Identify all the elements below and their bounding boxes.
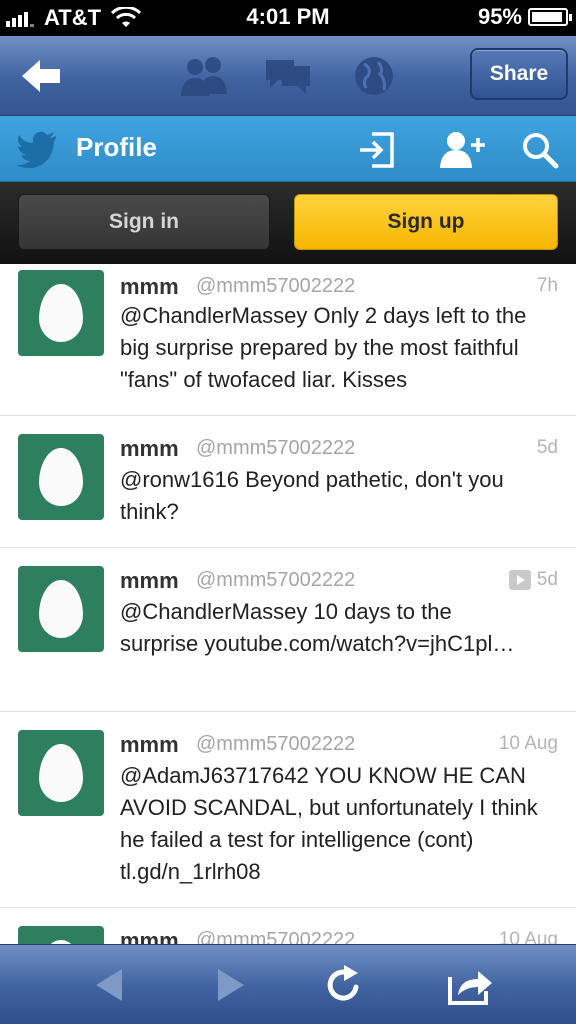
tweet-text: @ronw1616 Beyond pathetic, don't you thi… bbox=[120, 467, 504, 524]
tweet-timestamp-with-media: 5d bbox=[508, 569, 558, 591]
search-icon[interactable] bbox=[520, 130, 560, 170]
egg-avatar-icon bbox=[39, 744, 83, 802]
browser-back-icon[interactable] bbox=[90, 963, 134, 1007]
tweet-author-name: mmm bbox=[120, 436, 179, 461]
avatar[interactable] bbox=[18, 270, 104, 356]
browser-toolbar bbox=[0, 944, 576, 1024]
tweet-author-handle: @mmm57002222 bbox=[196, 437, 356, 459]
share-page-icon[interactable] bbox=[446, 963, 494, 1007]
status-bar: AT&T 4:01 PM 95% bbox=[0, 0, 576, 36]
avatar[interactable] bbox=[18, 926, 104, 944]
egg-avatar-icon bbox=[39, 580, 83, 638]
egg-avatar-icon bbox=[39, 448, 83, 506]
messages-icon[interactable] bbox=[264, 54, 312, 98]
tweet-timestamp: 5d bbox=[536, 569, 558, 590]
sign-in-icon[interactable] bbox=[358, 130, 398, 170]
tweet-text: @AdamJ63717642 YOU KNOW HE CAN AVOID SCA… bbox=[120, 763, 538, 884]
reload-icon[interactable] bbox=[322, 963, 366, 1007]
battery-percent: 95% bbox=[477, 4, 522, 29]
sign-in-button[interactable]: Sign in bbox=[18, 194, 270, 250]
tweet-timestamp: 5d bbox=[536, 437, 558, 458]
tweet-author-name: mmm bbox=[120, 732, 179, 757]
tweet-item[interactable]: mmm @mmm57002222 5d @ChandlerMassey 10 d… bbox=[0, 548, 576, 712]
video-media-icon bbox=[508, 570, 531, 590]
share-button[interactable]: Share bbox=[470, 48, 568, 100]
tweet-text: @ChandlerMassey Only 2 days left to the … bbox=[120, 303, 527, 392]
tweet-item[interactable]: mmm @mmm57002222 10 Aug @AdamJ63717642 Y… bbox=[0, 712, 576, 908]
battery-icon bbox=[528, 8, 572, 26]
globe-icon[interactable] bbox=[350, 54, 398, 98]
tweet-author-name: mmm bbox=[120, 274, 179, 299]
avatar[interactable] bbox=[18, 730, 104, 816]
tweet-item[interactable]: mmm @mmm57002222 5d @ronw1616 Beyond pat… bbox=[0, 416, 576, 548]
back-arrow-icon[interactable] bbox=[20, 56, 64, 96]
sign-up-button[interactable]: Sign up bbox=[294, 194, 558, 250]
page-title: Profile bbox=[76, 132, 157, 162]
tweet-author-handle: @mmm57002222 bbox=[196, 733, 356, 755]
tweet-item[interactable]: mmm @mmm57002222 7h @ChandlerMassey Only… bbox=[0, 264, 576, 416]
tweet-author-name: mmm bbox=[120, 568, 179, 593]
follow-user-icon[interactable] bbox=[440, 130, 486, 170]
twitter-bird-icon bbox=[16, 131, 56, 168]
browser-forward-icon[interactable] bbox=[206, 963, 250, 1007]
tweet-author-name: mmm bbox=[120, 928, 179, 944]
tweet-author-handle: @mmm57002222 bbox=[196, 569, 356, 591]
tweet-author-handle: @mmm57002222 bbox=[196, 275, 356, 297]
avatar[interactable] bbox=[18, 566, 104, 652]
tweet-timestamp: 7h bbox=[536, 275, 558, 296]
tweet-timestamp: 10 Aug bbox=[498, 929, 558, 944]
tweet-text: @ChandlerMassey 10 days to the surprise … bbox=[120, 599, 515, 656]
tweet-timestamp: 10 Aug bbox=[498, 733, 558, 754]
egg-avatar-icon bbox=[39, 284, 83, 342]
browser-nav-bar: Share bbox=[0, 36, 576, 116]
twitter-header: Profile bbox=[0, 116, 576, 182]
tweet-list[interactable]: mmm @mmm57002222 7h @ChandlerMassey Only… bbox=[0, 264, 576, 944]
tweet-item[interactable]: mmm @mmm57002222 10 Aug bbox=[0, 908, 576, 944]
auth-strip: Sign in Sign up bbox=[0, 182, 576, 264]
avatar[interactable] bbox=[18, 434, 104, 520]
tweet-author-handle: @mmm57002222 bbox=[196, 929, 356, 944]
people-icon[interactable] bbox=[180, 54, 228, 98]
